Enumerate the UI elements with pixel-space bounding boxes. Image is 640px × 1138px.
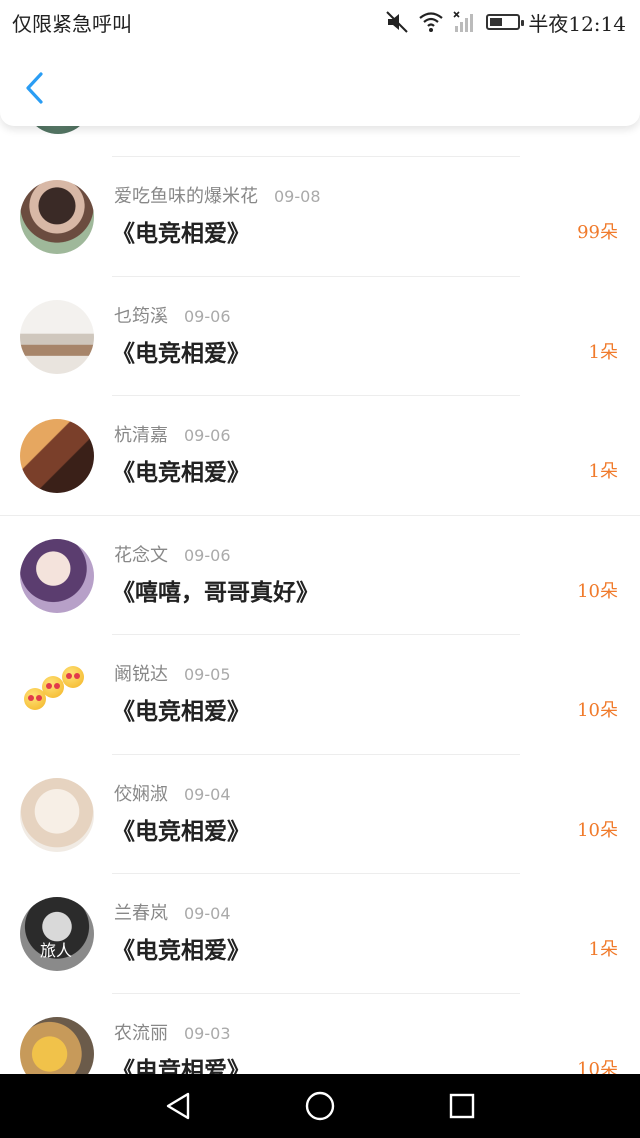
date: 09-05	[184, 665, 231, 684]
date: 09-06	[184, 426, 231, 445]
book-title[interactable]: 《电竞相爱》	[112, 214, 250, 248]
back-triangle-icon	[166, 1092, 190, 1120]
heart-eyes-emoji-icon	[62, 666, 84, 688]
date: 09-08	[274, 187, 321, 206]
sender-name[interactable]: 乜筠溪	[114, 306, 168, 327]
name-line: 爱吃鱼味的爆米花 09-08	[114, 182, 321, 208]
list-item[interactable]: 爱吃鱼味的爆米花 09-08 《电竞相爱》 99朵	[0, 156, 640, 276]
date: 09-06	[184, 307, 231, 326]
date: 09-03	[184, 1024, 231, 1043]
wifi-icon	[419, 12, 444, 32]
clock: 半夜12:14	[528, 11, 626, 36]
gift-amount: 1朵	[588, 461, 618, 482]
recents-square-icon	[449, 1093, 475, 1119]
list-item[interactable]: 旅人 兰春岚 09-04 《电竞相爱》 1朵	[0, 873, 640, 993]
name-line: 兰春岚 09-04	[114, 899, 231, 925]
book-title[interactable]: 《电竞相爱》	[112, 931, 250, 965]
avatar-caption: 旅人	[40, 941, 73, 960]
status-icons: 半夜12:14	[384, 8, 626, 36]
gift-list[interactable]: 爱吃鱼味的爆米花 09-08 《电竞相爱》 99朵 乜筠溪 09-06 《电竞相爱》…	[0, 0, 640, 1074]
book-title[interactable]: 《电竞相爱》	[112, 692, 250, 726]
list-item[interactable]: 杭清嘉 09-06 《电竞相爱》 1朵	[0, 395, 640, 515]
name-line: 农流丽 09-03	[114, 1019, 231, 1045]
gift-amount: 10朵	[577, 581, 618, 602]
list-item[interactable]: 乜筠溪 09-06 《电竞相爱》 1朵	[0, 276, 640, 396]
sender-name[interactable]: 佼娴淑	[114, 784, 168, 805]
name-line: 阚锐达 09-05	[114, 660, 231, 686]
home-circle-icon	[305, 1091, 335, 1121]
back-button[interactable]	[16, 68, 52, 108]
list-item[interactable]: 阚锐达 09-05 《电竞相爱》 10朵	[0, 634, 640, 754]
date: 09-04	[184, 785, 231, 804]
gift-amount: 10朵	[577, 820, 618, 841]
status-bar: 仅限紧急呼叫 半夜12:14	[0, 0, 640, 44]
book-title[interactable]: 《嘻嘻，哥哥真好》	[112, 573, 319, 607]
list-item[interactable]: 佼娴淑 09-04 《电竞相爱》 10朵	[0, 754, 640, 874]
date: 09-06	[184, 546, 231, 565]
avatar[interactable]	[20, 1017, 94, 1074]
mute-icon	[386, 11, 409, 33]
chevron-left-icon	[26, 72, 43, 104]
nav-recents-button[interactable]	[446, 1090, 478, 1122]
name-line: 佼娴淑 09-04	[114, 780, 231, 806]
gift-amount: 10朵	[577, 700, 618, 721]
avatar[interactable]	[20, 180, 94, 254]
nav-home-button[interactable]	[304, 1090, 336, 1122]
avatar[interactable]	[20, 658, 94, 732]
book-title[interactable]: 《电竞相爱》	[112, 1051, 250, 1074]
avatar[interactable]	[20, 300, 94, 374]
list-item[interactable]: 花念文 09-06 《嘻嘻，哥哥真好》 10朵	[0, 515, 640, 635]
gift-amount: 10朵	[577, 1059, 618, 1074]
signal-icon	[453, 11, 474, 32]
name-line: 杭清嘉 09-06	[114, 421, 231, 447]
sender-name[interactable]: 杭清嘉	[114, 425, 168, 446]
date: 09-04	[184, 904, 231, 923]
sender-name[interactable]: 花念文	[114, 545, 168, 566]
carrier-status-text: 仅限紧急呼叫	[12, 12, 132, 36]
book-title[interactable]: 《电竞相爱》	[112, 812, 250, 846]
book-title[interactable]: 《电竞相爱》	[112, 334, 250, 368]
gift-amount: 1朵	[588, 342, 618, 363]
avatar[interactable]	[20, 778, 94, 852]
system-nav-bar	[0, 1074, 640, 1138]
sender-name[interactable]: 农流丽	[114, 1023, 168, 1044]
header	[0, 44, 640, 126]
gift-amount: 1朵	[588, 939, 618, 960]
book-title[interactable]: 《电竞相爱》	[112, 453, 250, 487]
sender-name[interactable]: 兰春岚	[114, 903, 168, 924]
battery-icon	[486, 14, 525, 30]
avatar[interactable]: 旅人	[20, 897, 94, 971]
nav-back-button[interactable]	[162, 1090, 194, 1122]
sender-name[interactable]: 爱吃鱼味的爆米花	[114, 186, 258, 207]
avatar[interactable]	[20, 419, 94, 493]
list-item[interactable]: 农流丽 09-03 《电竞相爱》 10朵	[0, 993, 640, 1074]
battery-level	[490, 18, 503, 26]
name-line: 花念文 09-06	[114, 541, 231, 567]
sender-name[interactable]: 阚锐达	[114, 664, 168, 685]
gift-amount: 99朵	[577, 222, 618, 243]
name-line: 乜筠溪 09-06	[114, 302, 231, 328]
avatar[interactable]	[20, 539, 94, 613]
heart-eyes-emoji-icon	[42, 676, 64, 698]
